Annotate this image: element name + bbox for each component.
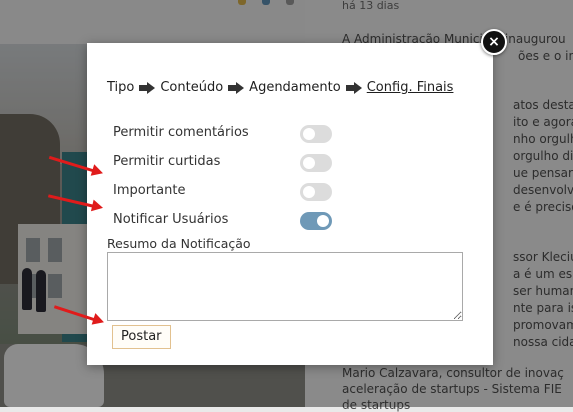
- notification-settings-modal: Tipo Conteúdo Agendamento Config. Finais…: [87, 43, 493, 365]
- close-icon[interactable]: ×: [481, 29, 507, 55]
- toggle-knob: [303, 128, 315, 140]
- toggle-comments[interactable]: [300, 125, 332, 143]
- toggle-knob: [303, 186, 315, 198]
- toggle-knob: [303, 157, 315, 169]
- step-final-settings[interactable]: Config. Finais: [367, 80, 454, 95]
- toggle-important[interactable]: [300, 183, 332, 201]
- summary-textarea[interactable]: [107, 252, 463, 321]
- wizard-steps: Tipo Conteúdo Agendamento Config. Finais: [107, 80, 453, 95]
- arrow-right-icon: [228, 81, 245, 94]
- step-type[interactable]: Tipo: [107, 80, 134, 95]
- option-label-important: Importante: [113, 183, 186, 198]
- arrow-right-icon: [345, 81, 362, 94]
- summary-label: Resumo da Notificação: [107, 236, 251, 251]
- option-label-notify-users: Notificar Usuários: [113, 212, 229, 227]
- arrow-right-icon: [139, 81, 156, 94]
- option-label-comments: Permitir comentários: [113, 125, 249, 140]
- post-button[interactable]: Postar: [112, 325, 171, 349]
- toggle-knob: [317, 215, 329, 227]
- toggle-likes[interactable]: [300, 154, 332, 172]
- step-content[interactable]: Conteúdo: [160, 80, 223, 95]
- option-label-likes: Permitir curtidas: [113, 154, 221, 169]
- toggle-notify-users[interactable]: [300, 212, 332, 230]
- step-schedule[interactable]: Agendamento: [249, 80, 341, 95]
